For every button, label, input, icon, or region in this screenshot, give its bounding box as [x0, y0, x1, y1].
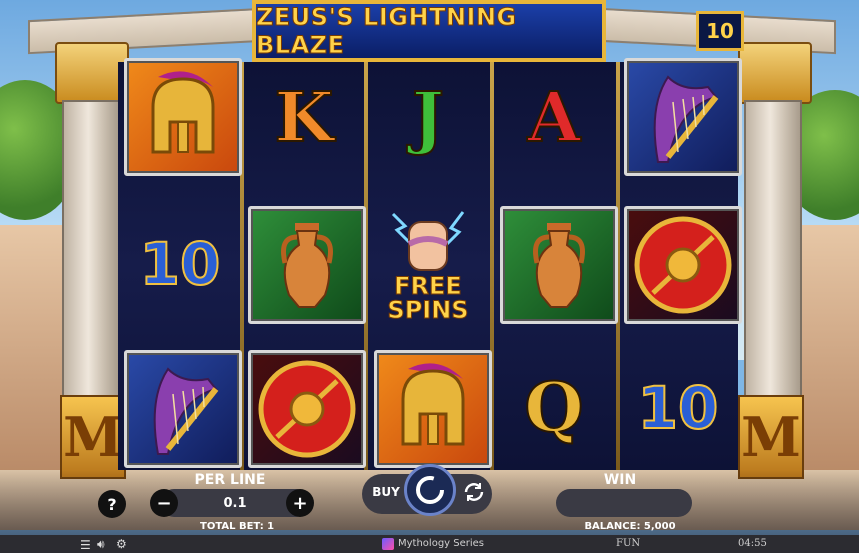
pillar-base-left: M — [60, 395, 126, 479]
pillar-base-right: M — [738, 395, 804, 479]
menu-icon[interactable]: ☰ — [80, 538, 91, 552]
autoplay-button[interactable] — [460, 478, 488, 506]
pillar-right — [744, 100, 802, 404]
game-title-banner: ZEUS'S LIGHTNING BLAZE — [252, 0, 606, 62]
symbol-ten: 10 — [139, 229, 222, 299]
symbol-letter-a: A — [527, 77, 582, 159]
symbol-spartan-helmet — [124, 58, 242, 176]
series-label: Mythology Series — [398, 538, 485, 549]
symbol-harp — [624, 58, 742, 176]
lightning-fist-icon — [391, 211, 465, 271]
increase-bet-button[interactable]: + — [286, 489, 314, 517]
symbol-amphora — [248, 206, 366, 324]
win-label: WIN — [603, 472, 637, 488]
shield-icon — [258, 360, 356, 458]
symbol-spartan-helmet — [374, 350, 492, 468]
turbo-icon[interactable]: ⚙ — [116, 537, 127, 551]
helmet-icon — [151, 71, 215, 154]
free-spins-label: FREE SPINS — [387, 272, 469, 324]
series-logo-icon — [382, 538, 394, 550]
symbol-letter-j: J — [411, 77, 445, 159]
spin-icon — [416, 476, 444, 504]
decrease-bet-button[interactable]: − — [150, 489, 178, 517]
amphora-icon — [533, 223, 585, 308]
symbol-amphora — [500, 206, 618, 324]
mode-label: FUN — [616, 538, 641, 549]
harp-icon — [653, 75, 719, 163]
total-bet: TOTAL BET: 1 — [200, 521, 275, 532]
per-line-value: 0.1 — [223, 495, 247, 511]
symbol-letter-q: Q — [523, 367, 584, 449]
sound-icon[interactable]: 🔊︎ — [97, 537, 105, 552]
helmet-icon — [401, 363, 465, 446]
symbol-free-spins: FREE SPINS — [372, 198, 484, 328]
shield-icon — [634, 216, 732, 314]
paylines-badge: 10 — [696, 11, 744, 51]
symbol-harp — [124, 350, 242, 468]
win-field — [556, 489, 692, 517]
spin-button[interactable] — [404, 464, 456, 516]
autoplay-icon — [464, 483, 484, 501]
symbol-shield — [248, 350, 366, 468]
harp-icon — [153, 367, 219, 455]
pillar-capital-right — [738, 42, 812, 104]
help-button[interactable]: ? — [98, 490, 126, 518]
clock: 04:55 — [738, 538, 767, 549]
pillar-left — [62, 100, 120, 404]
game-title: ZEUS'S LIGHTNING BLAZE — [256, 3, 517, 60]
buy-button[interactable]: BUY — [368, 485, 404, 499]
symbol-letter-k: K — [273, 77, 334, 159]
symbol-shield — [624, 206, 742, 324]
per-line-label: PER LINE — [194, 472, 266, 488]
balance: BALANCE: 5,000 — [584, 521, 676, 532]
amphora-icon — [281, 223, 333, 308]
symbol-ten: 10 — [637, 373, 720, 443]
